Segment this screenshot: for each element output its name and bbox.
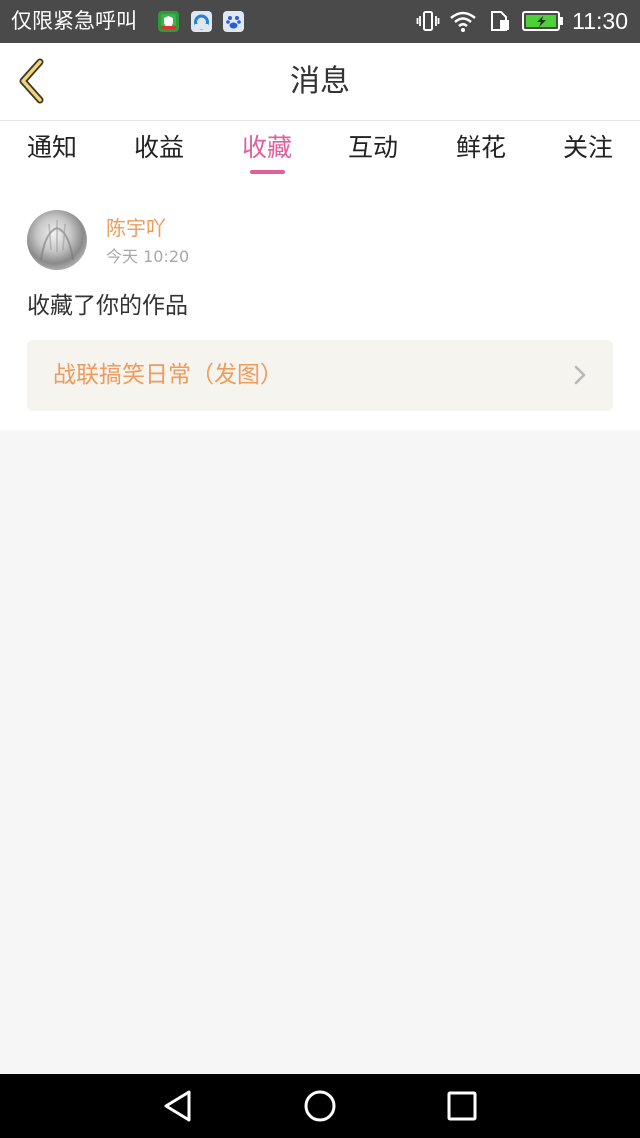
tab-following[interactable]: 关注	[543, 132, 633, 164]
chevron-right-icon	[574, 365, 586, 385]
active-tab-indicator	[250, 170, 285, 174]
recents-square-icon	[447, 1091, 477, 1121]
home-circle-icon	[304, 1090, 336, 1122]
work-link-card[interactable]: 战联搞笑日常（发图）	[27, 340, 613, 411]
nav-back-button[interactable]	[160, 1088, 196, 1128]
message-item: 陈宇吖 今天 10:20 收藏了你的作品 战联搞笑日常（发图）	[0, 183, 640, 430]
wifi-icon	[448, 9, 478, 37]
tab-notifications[interactable]: 通知	[7, 132, 97, 164]
sim-card-icon	[488, 9, 512, 37]
system-nav-bar	[0, 1074, 640, 1138]
status-bar: 仅限紧急呼叫 11:30	[0, 0, 640, 43]
tab-favorites[interactable]: 收藏	[222, 132, 312, 164]
baidu-app-icon	[223, 11, 244, 32]
nav-recents-button[interactable]	[444, 1088, 480, 1128]
page-title: 消息	[290, 64, 350, 99]
tab-bar: 通知 收益 收藏 互动 鲜花 关注	[0, 121, 640, 183]
browser-app-icon	[191, 11, 212, 32]
avatar-image	[40, 220, 74, 261]
vibrate-icon	[416, 9, 440, 37]
action-text: 收藏了你的作品	[27, 293, 188, 319]
avatar[interactable]	[27, 210, 87, 270]
clock: 11:30	[572, 8, 628, 34]
tab-earnings[interactable]: 收益	[114, 132, 204, 164]
carrier-text: 仅限紧急呼叫	[11, 9, 137, 33]
username[interactable]: 陈宇吖	[106, 215, 166, 241]
security-app-icon	[158, 11, 179, 32]
timestamp: 今天 10:20	[106, 247, 190, 266]
work-title: 战联搞笑日常（发图）	[53, 362, 283, 388]
tab-interactions[interactable]: 互动	[328, 132, 418, 164]
header: 消息	[0, 43, 640, 121]
back-triangle-icon	[164, 1090, 191, 1122]
battery-charging-icon	[522, 9, 564, 37]
nav-home-button[interactable]	[302, 1088, 338, 1128]
tab-flowers[interactable]: 鲜花	[436, 132, 526, 164]
